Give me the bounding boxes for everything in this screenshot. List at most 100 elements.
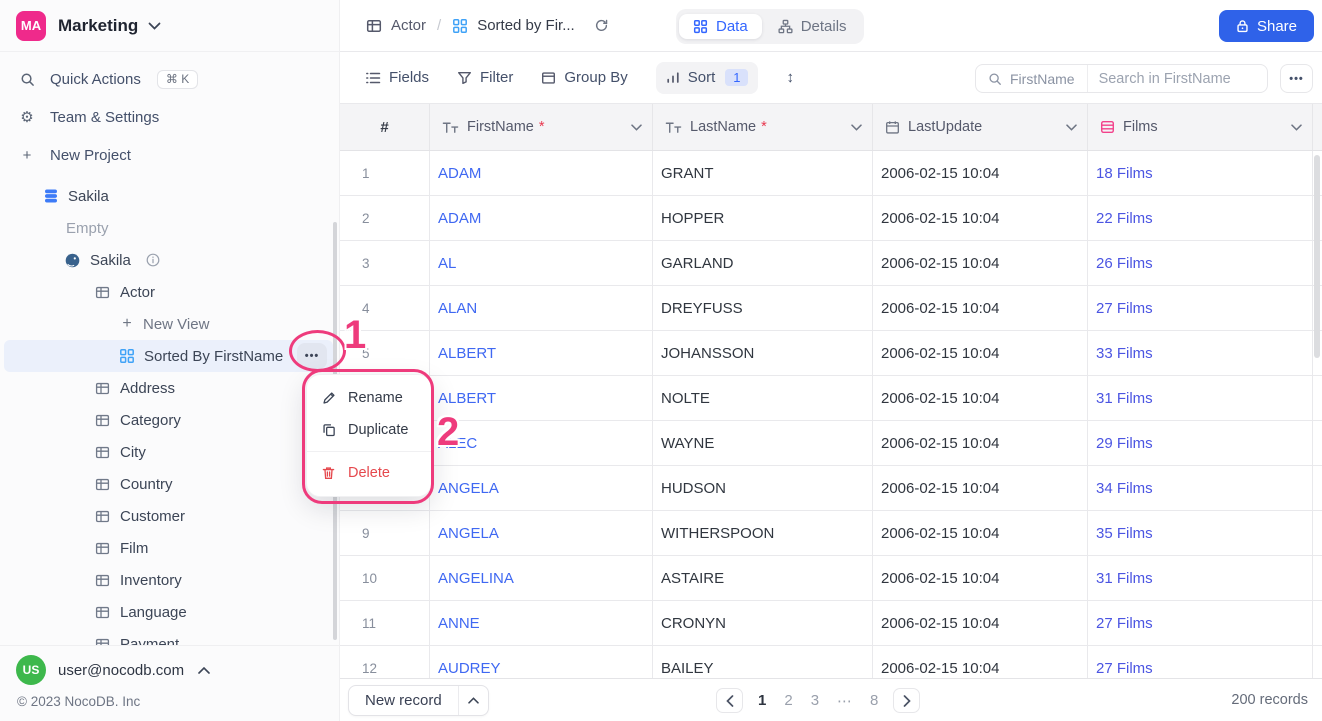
cell-lastname[interactable]: HOPPER xyxy=(653,196,873,240)
chevron-down-icon[interactable] xyxy=(1291,123,1302,131)
sidebar-table-item[interactable]: Country xyxy=(0,468,339,500)
page-number[interactable]: 3 xyxy=(811,692,819,709)
cell-films-link[interactable]: 34 Films xyxy=(1088,466,1313,510)
cell-firstname[interactable]: ALAN xyxy=(430,286,653,330)
sort-button[interactable]: Sort 1 xyxy=(655,61,759,94)
empty-node[interactable]: Empty xyxy=(0,212,339,244)
cell-lastname[interactable]: JOHANSSON xyxy=(653,331,873,375)
page-number[interactable]: ⋯ xyxy=(837,692,852,710)
breadcrumb-table[interactable]: Actor xyxy=(366,17,426,34)
cell-lastupdate[interactable]: 2006-02-15 10:04 xyxy=(873,196,1088,240)
breadcrumb-view[interactable]: Sorted by Fir... xyxy=(452,17,575,34)
cell-firstname[interactable]: ANGELA xyxy=(430,466,653,510)
chevron-up-icon[interactable] xyxy=(457,685,488,715)
cell-lastname[interactable]: ASTAIRE xyxy=(653,556,873,600)
cell-films-link[interactable]: 33 Films xyxy=(1088,331,1313,375)
new-view-item[interactable]: + New View xyxy=(0,308,339,340)
cell-films-link[interactable]: 22 Films xyxy=(1088,196,1313,240)
cell-lastname[interactable]: BAILEY xyxy=(653,646,873,678)
chevron-down-icon[interactable] xyxy=(1066,123,1077,131)
cell-films-link[interactable]: 31 Films xyxy=(1088,376,1313,420)
cell-firstname[interactable]: ALBERT xyxy=(430,376,653,420)
cell-lastupdate[interactable]: 2006-02-15 10:04 xyxy=(873,151,1088,195)
sidebar-view-item-selected[interactable]: Sorted By FirstName ••• xyxy=(4,340,333,372)
prev-page-button[interactable] xyxy=(716,688,743,713)
cell-lastupdate[interactable]: 2006-02-15 10:04 xyxy=(873,376,1088,420)
toolbar-more-button[interactable]: ••• xyxy=(1280,64,1313,93)
tab-data[interactable]: Data xyxy=(679,14,762,39)
cell-films-link[interactable]: 35 Films xyxy=(1088,511,1313,555)
cell-firstname[interactable]: ANNE xyxy=(430,601,653,645)
cell-lastname[interactable]: DREYFUSS xyxy=(653,286,873,330)
base-node[interactable]: Sakila xyxy=(0,244,339,276)
sidebar-table-item[interactable]: Inventory xyxy=(0,564,339,596)
cell-films-link[interactable]: 26 Films xyxy=(1088,241,1313,285)
cell-lastname[interactable]: GARLAND xyxy=(653,241,873,285)
cell-films-link[interactable]: 29 Films xyxy=(1088,421,1313,465)
page-number[interactable]: 2 xyxy=(784,692,792,709)
cell-firstname[interactable]: ADAM xyxy=(430,196,653,240)
sidebar-table-item-actor[interactable]: Actor xyxy=(0,276,339,308)
cell-firstname[interactable]: ALBERT xyxy=(430,331,653,375)
view-options-button[interactable]: ••• xyxy=(297,343,327,369)
row-height-icon[interactable]: ↕ xyxy=(786,69,794,86)
cell-lastupdate[interactable]: 2006-02-15 10:04 xyxy=(873,556,1088,600)
search-field-selector[interactable]: FirstName xyxy=(976,65,1088,92)
cell-films-link[interactable]: 18 Films xyxy=(1088,151,1313,195)
page-number[interactable]: 1 xyxy=(758,692,766,709)
cell-lastname[interactable]: GRANT xyxy=(653,151,873,195)
sidebar-table-item[interactable]: Customer xyxy=(0,500,339,532)
cell-lastupdate[interactable]: 2006-02-15 10:04 xyxy=(873,601,1088,645)
sidebar-table-item[interactable]: Language xyxy=(0,596,339,628)
quick-actions-item[interactable]: Quick Actions ⌘ K xyxy=(0,60,339,98)
cell-lastupdate[interactable]: 2006-02-15 10:04 xyxy=(873,646,1088,678)
refresh-icon[interactable] xyxy=(594,18,609,33)
cell-films-link[interactable]: 27 Films xyxy=(1088,646,1313,678)
cell-films-link[interactable]: 31 Films xyxy=(1088,556,1313,600)
new-project-item[interactable]: + New Project xyxy=(0,136,339,174)
grid-scrollbar[interactable] xyxy=(1314,155,1320,358)
cell-firstname[interactable]: AL xyxy=(430,241,653,285)
cell-firstname[interactable]: ANGELA xyxy=(430,511,653,555)
context-menu-duplicate[interactable]: Duplicate xyxy=(307,414,431,446)
cell-firstname[interactable]: ANGELINA xyxy=(430,556,653,600)
sidebar-table-item[interactable]: Payment xyxy=(0,628,339,645)
cell-lastname[interactable]: WAYNE xyxy=(653,421,873,465)
cell-lastupdate[interactable]: 2006-02-15 10:04 xyxy=(873,511,1088,555)
team-settings-item[interactable]: ⚙ Team & Settings xyxy=(0,98,339,136)
cell-films-link[interactable]: 27 Films xyxy=(1088,601,1313,645)
cell-firstname[interactable]: AUDREY xyxy=(430,646,653,678)
cell-firstname[interactable]: ADAM xyxy=(430,151,653,195)
cell-firstname[interactable]: ALEC xyxy=(430,421,653,465)
sidebar-table-item[interactable]: Film xyxy=(0,532,339,564)
page-number[interactable]: 8 xyxy=(870,692,878,709)
column-header-films[interactable]: Films xyxy=(1088,104,1313,150)
search-input[interactable] xyxy=(1087,70,1297,87)
next-page-button[interactable] xyxy=(893,688,921,713)
cell-lastupdate[interactable]: 2006-02-15 10:04 xyxy=(873,286,1088,330)
column-header-firstname[interactable]: FirstName * xyxy=(430,104,653,150)
sidebar-table-item[interactable]: Address xyxy=(0,372,339,404)
new-record-button[interactable]: New record xyxy=(348,684,489,716)
cell-lastname[interactable]: NOLTE xyxy=(653,376,873,420)
share-button[interactable]: Share xyxy=(1218,10,1314,42)
cell-lastname[interactable]: WITHERSPOON xyxy=(653,511,873,555)
project-node[interactable]: Sakila xyxy=(0,180,339,212)
cell-lastupdate[interactable]: 2006-02-15 10:04 xyxy=(873,241,1088,285)
context-menu-rename[interactable]: Rename xyxy=(307,382,431,414)
chevron-down-icon[interactable] xyxy=(631,123,642,131)
filter-button[interactable]: Filter xyxy=(457,69,513,86)
sidebar-table-item[interactable]: Category xyxy=(0,404,339,436)
info-icon[interactable] xyxy=(146,253,160,267)
fields-button[interactable]: Fields xyxy=(365,69,429,86)
cell-lastname[interactable]: HUDSON xyxy=(653,466,873,510)
context-menu-delete[interactable]: Delete xyxy=(307,457,431,489)
chevron-down-icon[interactable] xyxy=(851,123,862,131)
groupby-button[interactable]: Group By xyxy=(541,69,628,86)
tab-details[interactable]: Details xyxy=(764,14,861,39)
cell-lastupdate[interactable]: 2006-02-15 10:04 xyxy=(873,421,1088,465)
workspace-switcher[interactable]: MA Marketing xyxy=(0,0,339,52)
column-header-lastname[interactable]: LastName * xyxy=(653,104,873,150)
cell-lastupdate[interactable]: 2006-02-15 10:04 xyxy=(873,331,1088,375)
user-menu[interactable]: US user@nocodb.com xyxy=(0,646,339,685)
